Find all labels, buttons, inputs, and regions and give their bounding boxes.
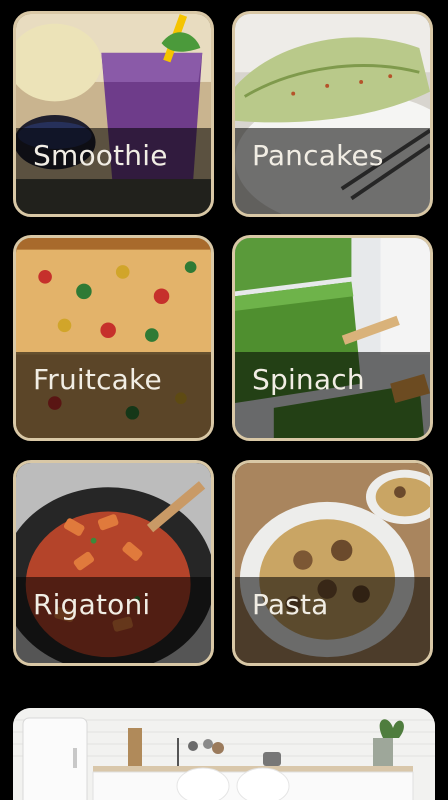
category-card-rigatoni[interactable]: Rigatoni — [13, 460, 214, 666]
category-label: Pancakes — [252, 139, 384, 172]
category-label: Fruitcake — [33, 363, 162, 396]
kitchen-banner[interactable] — [13, 708, 435, 800]
category-card-spinach[interactable]: Spinach — [232, 235, 433, 441]
category-card-fruitcake[interactable]: Fruitcake — [13, 235, 214, 441]
recipe-categories-screen: Smoothie Pancakes Fruitcake Spinach Riga… — [0, 0, 448, 800]
kitchen-photo — [13, 708, 435, 800]
category-card-smoothie[interactable]: Smoothie — [13, 11, 214, 217]
category-label: Rigatoni — [33, 588, 151, 621]
category-card-pancakes[interactable]: Pancakes — [232, 11, 433, 217]
category-label: Pasta — [252, 588, 329, 621]
category-label: Smoothie — [33, 139, 168, 172]
category-label: Spinach — [252, 363, 365, 396]
category-card-pasta[interactable]: Pasta — [232, 460, 433, 666]
